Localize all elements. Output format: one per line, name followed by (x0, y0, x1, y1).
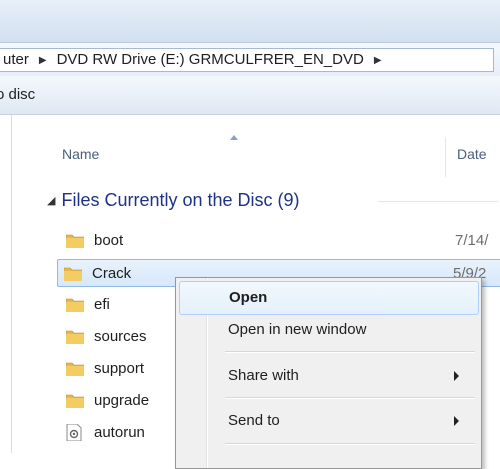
folder-icon (65, 393, 85, 409)
breadcrumb-separator-icon[interactable]: ▶ (33, 50, 53, 71)
command-bar: o disc (0, 76, 500, 115)
context-menu-item-share-with[interactable]: Share with (179, 360, 477, 392)
sort-ascending-icon (230, 135, 238, 140)
group-title: Files Currently on the Disc (9) (61, 190, 300, 210)
file-name: autorun (94, 424, 145, 441)
file-name: support (94, 360, 145, 377)
context-menu-separator (225, 351, 475, 353)
context-menu-item-label: Open in new window (228, 321, 367, 338)
folder-icon (65, 233, 85, 249)
file-row-boot[interactable]: boot 7/14/ (60, 227, 500, 255)
context-menu-separator (225, 443, 475, 445)
breadcrumb-dvd-drive[interactable]: DVD RW Drive (E:) GRMCULFRER_EN_DVD (53, 49, 368, 71)
context-menu-item-send-to[interactable]: Send to (179, 405, 477, 437)
breadcrumb-separator-icon[interactable]: ▶ (368, 50, 388, 71)
collapse-triangle-icon[interactable]: ◢ (47, 195, 55, 207)
burn-to-disc-button[interactable]: o disc (0, 85, 35, 105)
address-bar-area: uter ▶ DVD RW Drive (E:) GRMCULFRER_EN_DVD… (0, 42, 500, 77)
window-title-bar[interactable] (0, 0, 500, 42)
breadcrumb-computer[interactable]: uter (0, 49, 33, 71)
context-menu-item-label: Send to (228, 412, 280, 429)
file-name: efi (94, 296, 110, 313)
context-menu-item-open[interactable]: Open (179, 281, 479, 315)
file-date: 7/14/ (455, 232, 489, 249)
column-header-date[interactable]: Date (457, 146, 487, 162)
column-header-name[interactable]: Name (62, 146, 99, 162)
context-menu-item-label: Open (229, 289, 268, 306)
context-menu: Open Open in new window Share with Send … (175, 277, 482, 469)
context-menu-item-label: Share with (228, 367, 299, 384)
group-header-files-on-disc[interactable]: ◢ Files Currently on the Disc (9) (47, 190, 300, 211)
column-header-bar: Name Date (12, 115, 500, 177)
column-divider[interactable] (445, 137, 446, 177)
navigation-pane[interactable] (0, 115, 12, 453)
folder-icon (65, 297, 85, 313)
file-name: Crack (92, 265, 132, 282)
folder-icon (63, 266, 83, 282)
submenu-arrow-icon (454, 416, 459, 426)
context-menu-separator (225, 397, 475, 399)
settings-file-icon (66, 423, 82, 442)
submenu-arrow-icon (454, 371, 459, 381)
address-bar[interactable]: uter ▶ DVD RW Drive (E:) GRMCULFRER_EN_DVD… (0, 48, 494, 72)
file-name: boot (94, 232, 124, 249)
folder-icon (65, 361, 85, 377)
folder-icon (65, 329, 85, 345)
file-name: sources (94, 328, 147, 345)
file-name: upgrade (94, 392, 150, 409)
context-menu-item-open-in-new-window[interactable]: Open in new window (179, 314, 477, 346)
group-divider-line (378, 201, 498, 202)
